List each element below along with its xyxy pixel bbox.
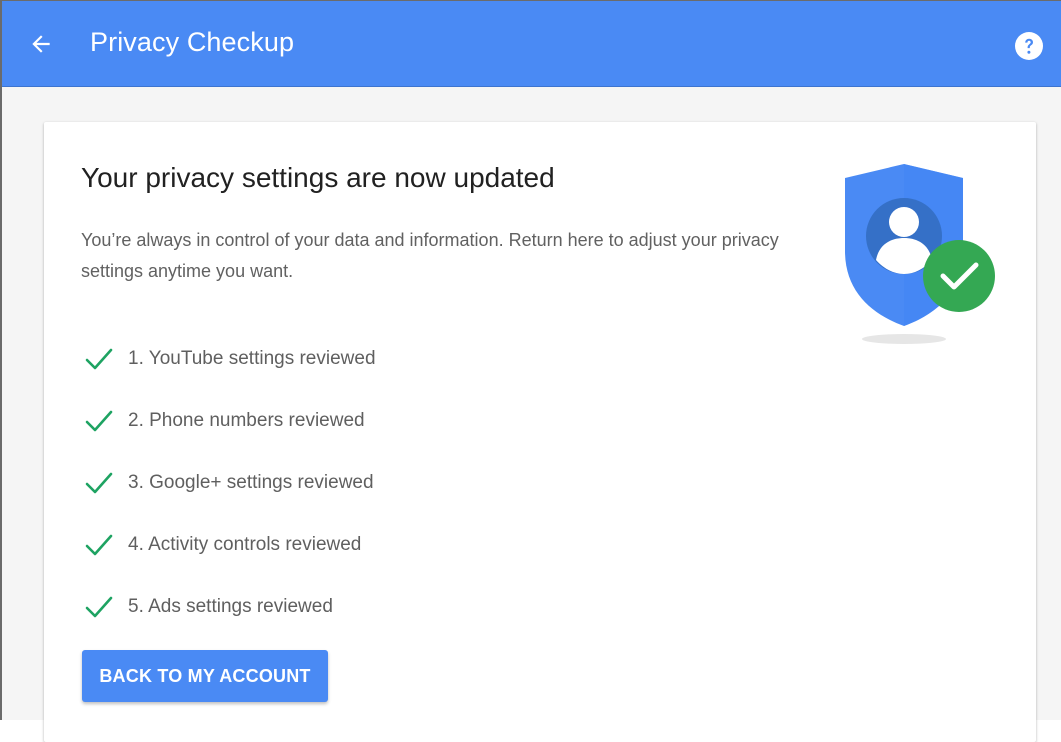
check-icon: [85, 410, 113, 432]
checklist-item-label: 3. Google+ settings reviewed: [128, 472, 374, 493]
list-item: 3. Google+ settings reviewed: [84, 452, 376, 514]
shield-user-check-icon: [845, 164, 995, 344]
app-bar: Privacy Checkup: [2, 1, 1061, 87]
checklist: 1. YouTube settings reviewed 2. Phone nu…: [84, 328, 376, 638]
list-item: 4. Activity controls reviewed: [84, 514, 376, 576]
confirmation-card: Your privacy settings are now updated Yo…: [44, 122, 1036, 742]
check-icon: [85, 596, 113, 618]
card-description: You’re always in control of your data an…: [81, 230, 779, 281]
check-icon: [85, 534, 113, 556]
check-icon: [85, 348, 113, 370]
list-item: 2. Phone numbers reviewed: [84, 390, 376, 452]
page-title: Privacy Checkup: [90, 27, 295, 57]
list-item: 5. Ads settings reviewed: [84, 576, 376, 638]
checklist-item-label: 5. Ads settings reviewed: [128, 596, 333, 617]
list-item: 1. YouTube settings reviewed: [84, 328, 376, 390]
checklist-item-label: 2. Phone numbers reviewed: [128, 410, 365, 431]
back-to-account-button[interactable]: BACK TO MY ACCOUNT: [82, 650, 328, 702]
checklist-item-label: 4. Activity controls reviewed: [128, 534, 362, 555]
arrow-back-icon[interactable]: [28, 31, 54, 57]
checklist-item-label: 1. YouTube settings reviewed: [128, 348, 376, 369]
check-icon: [85, 472, 113, 494]
card-title: Your privacy settings are now updated: [81, 162, 555, 193]
help-circle-icon[interactable]: [1014, 31, 1044, 61]
